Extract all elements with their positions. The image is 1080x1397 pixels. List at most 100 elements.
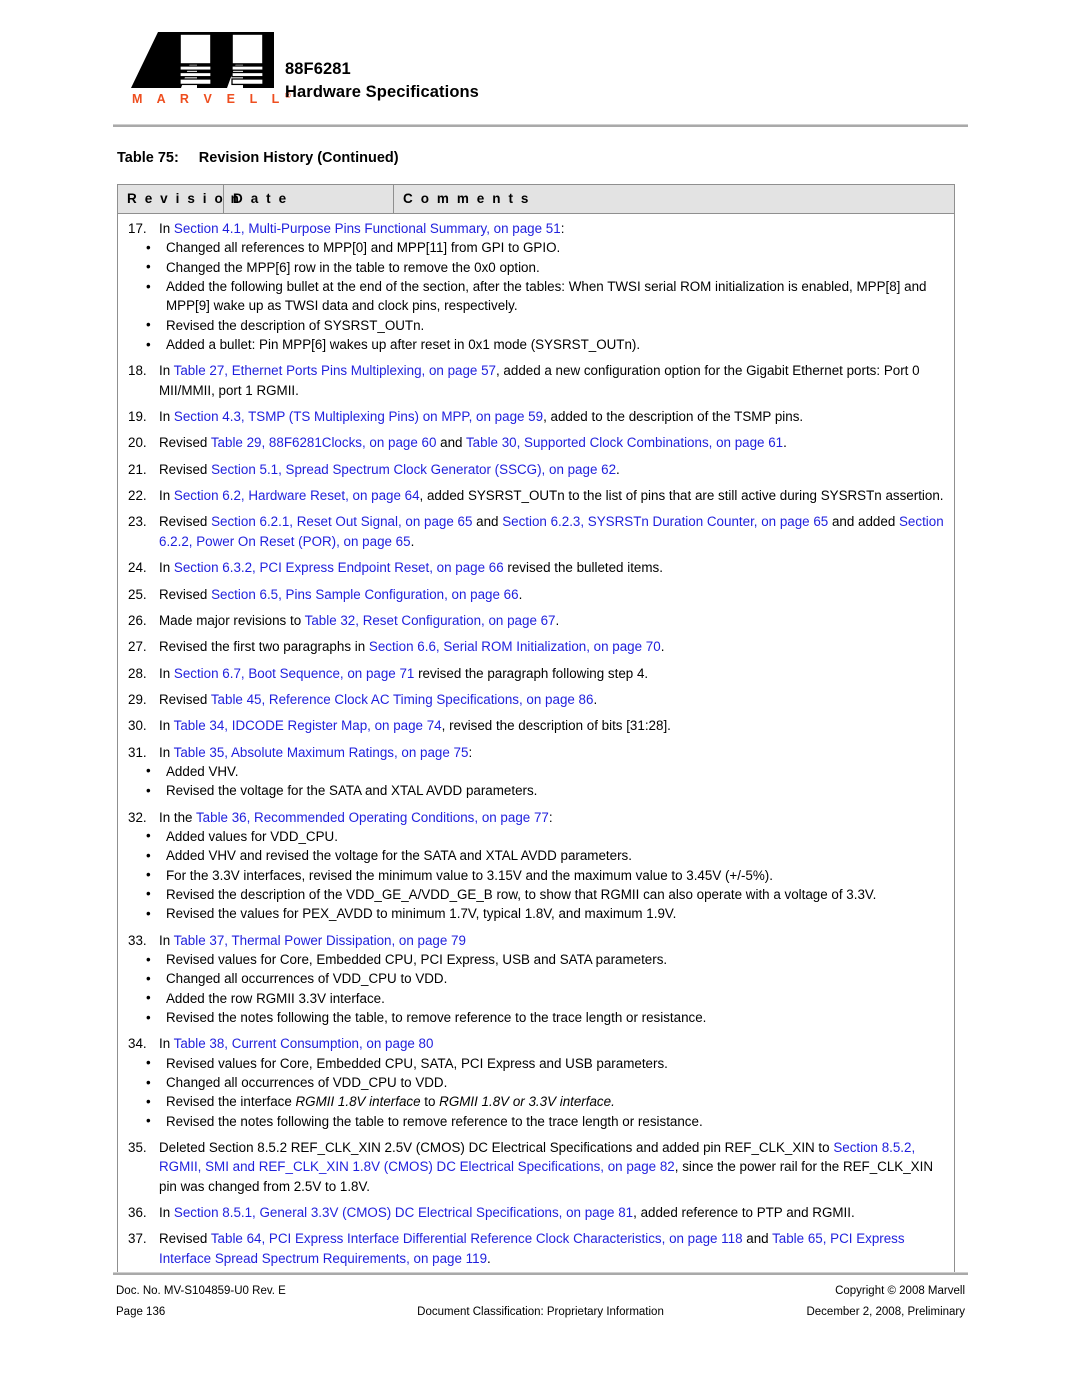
body-text: Revised [159,461,212,477]
body-text: In [159,932,174,948]
body-text: Revised [159,586,212,602]
table-body: 17. In Section 4.1, Multi-Purpose Pins Fu… [118,214,954,1274]
cross-reference-link[interactable]: Section 6.7, Boot Sequence, on page 71 [174,666,414,681]
cross-reference-link[interactable]: Section 5.1, Spread Spectrum Clock Gener… [211,462,616,477]
cross-reference-link[interactable]: Table 34, IDCODE Register Map, on page 7… [174,718,442,733]
revision-entry: 26. Made major revisions to Table 32, Res… [128,611,944,630]
emphasis-text: RGMII 1.8V or 3.3V interface. [439,1094,615,1110]
footer-copyright: Copyright © 2008 Marvell [835,1285,965,1297]
footer-row-top: Doc. No. MV-S104859-U0 Rev. E Copyright … [113,1281,968,1302]
header-title-block: 88F6281 Hardware Specifications [285,58,479,104]
body-text: In [159,718,174,734]
cross-reference-link[interactable]: Section 4.1, Multi-Purpose Pins Function… [174,221,561,236]
body-text: Revised values for Core, Embedded CPU, S… [166,1055,668,1071]
cross-reference-link[interactable]: Section 8.5.1, General 3.3V (CMOS) DC El… [174,1205,633,1220]
revision-entry-number: 25. [128,586,147,602]
cross-reference-link[interactable]: Table 37, Thermal Power Dissipation, on … [174,933,466,948]
body-text: In [159,665,174,681]
body-text: For the 3.3V interfaces, revised the min… [166,867,773,883]
body-text: In [159,1205,174,1221]
revision-entry-number: 37. [128,1231,147,1247]
body-text: Revised the values for PEX_AVDD to minim… [166,906,677,922]
body-text: to [420,1094,440,1110]
bullet-marker-icon: • [146,259,151,275]
body-text: Made major revisions to [159,612,305,628]
revision-entry-number: 24. [128,560,147,576]
body-text: Added values for VDD_CPU. [166,828,338,844]
cross-reference-link[interactable]: Table 45, Reference Clock AC Timing Spec… [211,692,594,707]
bullet-marker-icon: • [146,886,151,902]
table-header-row: R e v i s i o n D a t e C o m m e n t s [118,185,954,214]
body-text: . [660,639,665,655]
bullet-marker-icon: • [146,1055,151,1071]
body-text: Revised the description of SYSRST_OUTn. [166,317,425,333]
body-text: Changed the MPP[6] row in the table to r… [166,259,540,275]
column-header-revision: R e v i s i o n [118,185,239,213]
bullet-marker-icon: • [146,828,151,844]
revision-bullet: • Added the row RGMII 3.3V interface. [128,989,944,1008]
revision-bullet: • Added VHV. [128,762,944,781]
body-text: and added [828,514,899,530]
body-text: In [159,409,174,425]
revision-entry: 17. In Section 4.1, Multi-Purpose Pins Fu… [128,219,944,238]
body-text: In [159,744,174,760]
revision-entry: 36. In Section 8.5.1, General 3.3V (CMOS)… [128,1203,944,1222]
bullet-marker-icon: • [146,763,151,779]
revision-entry: 34. In Table 38, Current Consumption, on … [128,1034,944,1053]
body-text: Added a bullet: Pin MPP[6] wakes up afte… [166,337,641,353]
revision-bullet: • Added values for VDD_CPU. [128,827,944,846]
revision-bullet: • Revised the notes following the table t… [128,1112,944,1131]
revision-entry: 37. Revised Table 64, PCI Express Interfa… [128,1229,944,1268]
cross-reference-link[interactable]: Table 64, PCI Express Interface Differen… [211,1231,743,1246]
cross-reference-link[interactable]: Section 6.3.2, PCI Express Endpoint Rese… [174,560,504,575]
cross-reference-link[interactable]: Table 30, Supported Clock Combinations, … [466,435,783,450]
cross-reference-link[interactable]: Table 35, Absolute Maximum Ratings, on p… [174,745,469,760]
cross-reference-link[interactable]: Table 38, Current Consumption, on page 8… [174,1036,434,1051]
bullet-marker-icon: • [146,1093,151,1109]
revision-entry-number: 36. [128,1205,147,1221]
body-text: In [159,1036,174,1052]
revision-bullet: • Added a bullet: Pin MPP[6] wakes up aft… [128,335,944,354]
revision-bullet: • Revised values for Core, Embedded CPU, … [128,1054,944,1073]
body-text: Added the row RGMII 3.3V interface. [166,990,385,1006]
revision-entry: 23. Revised Section 6.2.1, Reset Out Sign… [128,512,944,551]
cross-reference-link[interactable]: Table 32, Reset Configuration, on page 6… [305,613,556,628]
bullet-marker-icon: • [146,951,151,967]
body-text: Revised the description of the VDD_GE_A/… [166,886,877,902]
revision-bullet: • Changed all references to MPP[0] and MP… [128,238,944,257]
revision-bullet: • Changed the MPP[6] row in the table to … [128,258,944,277]
body-text: Revised [159,1231,211,1247]
cross-reference-link[interactable]: Section 6.2, Hardware Reset, on page 64 [174,488,420,503]
product-name: 88F6281 [285,60,351,78]
body-text: : [548,809,553,825]
revision-entry: 25. Revised Section 6.5, Pins Sample Conf… [128,585,944,604]
body-text: In [159,221,174,236]
body-text: In [159,560,174,576]
cross-reference-link[interactable]: Section 6.6, Serial ROM Initialization, … [369,639,661,654]
body-text: In [159,488,174,504]
body-text: and [742,1231,773,1247]
cross-reference-link[interactable]: Section 4.3, TSMP (TS Multiplexing Pins)… [174,409,543,424]
bullet-marker-icon: • [146,336,151,352]
marvell-logo: R M A R V E L L® [131,32,291,114]
cross-reference-link[interactable]: Table 29, 88F6281Clocks, on page 60 [211,435,437,450]
document-subtitle: Hardware Specifications [285,83,479,101]
revision-entry-number: 32. [128,809,147,825]
body-text: Revised [159,691,211,707]
cross-reference-link[interactable]: Section 6.2.1, Reset Out Signal, on page… [211,514,472,529]
body-text: and [472,514,503,530]
revision-entry-number: 35. [128,1140,147,1156]
cross-reference-link[interactable]: Section 6.5, Pins Sample Configuration, … [211,587,518,602]
revision-entry-number: 27. [128,639,147,655]
body-text: , added reference to PTP and RGMII. [633,1205,855,1221]
revision-entry: 32. In the Table 36, Recommended Operatin… [128,808,944,827]
bullet-marker-icon: • [146,1009,151,1025]
revision-entry: 20. Revised Table 29, 88F6281Clocks, on p… [128,433,944,452]
cross-reference-link[interactable]: Section 6.2.3, SYSRSTn Duration Counter,… [502,514,828,529]
cross-reference-link[interactable]: Table 36, Recommended Operating Conditio… [196,810,549,825]
body-text: Revised the voltage for the SATA and XTA… [166,783,538,799]
cross-reference-link[interactable]: Table 27, Ethernet Ports Pins Multiplexi… [174,363,496,378]
bullet-marker-icon: • [146,1113,151,1129]
body-text: Changed all occurrences of VDD_CPU to VD… [166,971,448,987]
body-text: In [159,363,174,379]
